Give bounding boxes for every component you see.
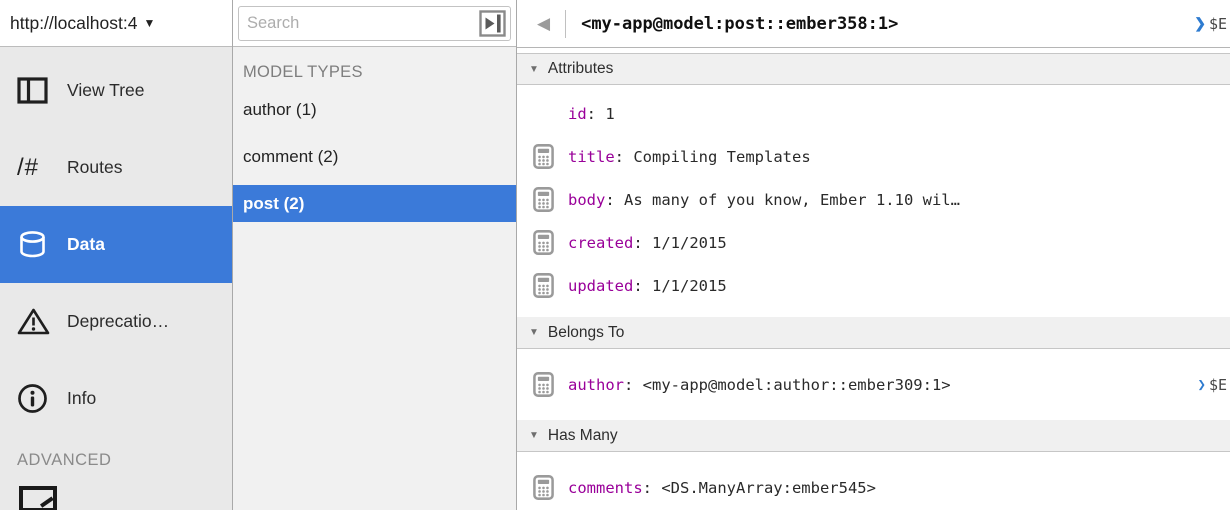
property-name: author — [568, 376, 624, 394]
property-row-updated: updated: 1/1/2015 — [517, 264, 1230, 307]
section-title: Belongs To — [548, 324, 624, 342]
property-name: title — [568, 148, 615, 166]
property-row-title: title: Compiling Templates — [517, 135, 1230, 178]
inspected-app-url: http://localhost:4 — [10, 13, 137, 34]
calculator-icon[interactable] — [533, 372, 554, 397]
property-value[interactable]: 1/1/2015 — [652, 277, 727, 295]
property-value[interactable]: <DS.ManyArray:ember545> — [661, 479, 876, 497]
property-separator: : — [587, 105, 606, 123]
property-value[interactable]: Compiling Templates — [633, 148, 810, 166]
back-icon[interactable]: ◀ — [537, 15, 550, 32]
property-value[interactable]: <my-app@model:author::ember309:1> — [643, 376, 951, 394]
property-name: comments — [568, 479, 643, 497]
property-separator: : — [624, 376, 643, 394]
calculator-icon[interactable] — [533, 144, 554, 169]
section-header-attributes[interactable]: ▼ Attributes — [517, 53, 1230, 85]
send-label: $E — [1209, 376, 1227, 394]
model-item-post[interactable]: post (2) — [233, 185, 516, 222]
section-body-has-many: comments: <DS.ManyArray:ember545> — [517, 452, 1230, 510]
sidebar-section-advanced: ADVANCED — [0, 451, 232, 470]
header-divider — [565, 10, 566, 38]
section-has-many: ▼ Has Many comments: <DS.ManyArray:ember… — [517, 420, 1230, 510]
sidebar-item-label: Data — [67, 234, 105, 255]
property-row-comments: comments: <DS.ManyArray:ember545> — [517, 466, 1230, 509]
send-label: $E — [1209, 15, 1227, 33]
send-chevron-icon: ❯ — [1198, 377, 1206, 393]
left-column: http://localhost:4 ▼ View Tree /# Routes… — [0, 0, 233, 510]
property-name: created — [568, 234, 633, 252]
sidebar-item-label: Info — [67, 388, 96, 409]
property-value[interactable]: 1/1/2015 — [652, 234, 727, 252]
model-item-comment[interactable]: comment (2) — [233, 138, 516, 175]
section-attributes: ▼ Attributes id: 1 title: Compiling Temp… — [517, 53, 1230, 317]
property-value[interactable]: 1 — [605, 105, 614, 123]
model-types-panel: MODEL TYPES author (1) comment (2) post … — [233, 0, 517, 510]
database-icon — [17, 229, 57, 260]
info-icon — [17, 383, 57, 414]
property-separator: : — [633, 234, 652, 252]
sidebar-item-label: Deprecatio… — [67, 311, 169, 332]
routes-icon: /# — [17, 154, 57, 182]
warning-triangle-icon — [17, 307, 57, 336]
property-row-body: body: As many of you know, Ember 1.10 wi… — [517, 178, 1230, 221]
calculator-icon[interactable] — [533, 230, 554, 255]
property-name: updated — [568, 277, 633, 295]
sidebar-item-data[interactable]: Data — [0, 206, 232, 283]
model-item-author[interactable]: author (1) — [233, 91, 516, 128]
send-to-console-button[interactable]: ❯ $E — [1182, 15, 1227, 33]
calculator-icon[interactable] — [533, 187, 554, 212]
section-header-has-many[interactable]: ▼ Has Many — [517, 420, 1230, 452]
sidebar: View Tree /# Routes Data Deprecatio… — [0, 47, 232, 510]
property-separator: : — [633, 277, 652, 295]
search-input[interactable] — [238, 6, 511, 41]
send-chevron-icon: ❯ — [1194, 15, 1206, 32]
inspected-app-selector[interactable]: http://localhost:4 ▼ — [0, 0, 232, 47]
calculator-icon[interactable] — [533, 475, 554, 500]
triangle-down-icon: ▼ — [529, 430, 539, 441]
model-types-heading: MODEL TYPES — [233, 55, 516, 91]
triangle-down-icon: ▼ — [529, 327, 539, 338]
property-separator: : — [615, 148, 634, 166]
sidebar-item-label: View Tree — [67, 80, 145, 101]
object-title: <my-app@model:post::ember358:1> — [581, 14, 898, 34]
object-inspector-header: ◀ <my-app@model:post::ember358:1> ❯ $E — [517, 0, 1230, 48]
search-bar — [233, 0, 516, 47]
property-row-id: id: 1 — [517, 92, 1230, 135]
sidebar-item-label: Routes — [67, 157, 122, 178]
section-belongs-to: ▼ Belongs To author: <my-app@model:autho… — [517, 317, 1230, 420]
property-row-author: author: <my-app@model:author::ember309:1… — [517, 363, 1230, 406]
section-body-belongs-to: author: <my-app@model:author::ember309:1… — [517, 349, 1230, 420]
calculator-icon[interactable] — [533, 273, 554, 298]
calc-icon-placeholder — [533, 101, 554, 126]
property-separator: : — [605, 191, 624, 209]
property-value[interactable]: As many of you know, Ember 1.10 wil… — [624, 191, 960, 209]
section-title: Attributes — [548, 60, 613, 78]
property-row-created: created: 1/1/2015 — [517, 221, 1230, 264]
view-tree-icon — [17, 77, 57, 104]
sidebar-item-deprecations[interactable]: Deprecatio… — [0, 283, 232, 360]
triangle-down-icon: ▼ — [529, 64, 539, 75]
sidebar-item-view-tree[interactable]: View Tree — [0, 52, 232, 129]
collapse-panel-icon[interactable] — [479, 10, 506, 37]
section-header-belongs-to[interactable]: ▼ Belongs To — [517, 317, 1230, 349]
chevron-down-icon: ▼ — [143, 16, 155, 30]
object-inspector: ◀ <my-app@model:post::ember358:1> ❯ $E ▼… — [517, 0, 1230, 510]
section-title: Has Many — [548, 427, 618, 445]
property-name: body — [568, 191, 605, 209]
ember-inspector: http://localhost:4 ▼ View Tree /# Routes… — [0, 0, 1230, 510]
property-separator: : — [643, 479, 662, 497]
sidebar-item-routes[interactable]: /# Routes — [0, 129, 232, 206]
property-name: id — [568, 105, 587, 123]
partial-nav-icon[interactable] — [19, 486, 57, 510]
model-type-list: MODEL TYPES author (1) comment (2) post … — [233, 47, 516, 510]
send-to-console-button[interactable]: ❯ $E — [1186, 376, 1228, 394]
sidebar-item-info[interactable]: Info — [0, 360, 232, 437]
section-body-attributes: id: 1 title: Compiling Templates body: A… — [517, 85, 1230, 317]
